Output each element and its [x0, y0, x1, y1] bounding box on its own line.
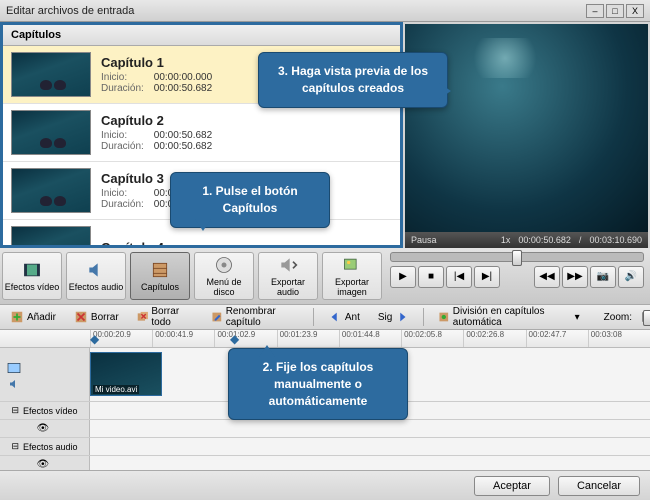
auto-split-button[interactable]: División en capítulos automática▾ — [434, 304, 583, 330]
video-clip[interactable]: Mi video.avi — [90, 352, 162, 396]
mute-button[interactable]: 🔊 — [618, 266, 644, 288]
tab-audio-effects[interactable]: Efectos audio — [66, 252, 126, 300]
chapter-thumbnail — [11, 52, 91, 97]
arrow-right-icon — [395, 310, 409, 324]
chapter-thumbnail — [11, 226, 91, 245]
stop-button[interactable]: ■ — [418, 266, 444, 288]
next-chapter-button[interactable]: Sig — [374, 308, 413, 326]
main-toolbar: Efectos vídeo Efectos audio Capítulos Me… — [0, 248, 650, 304]
video-track-label — [0, 348, 90, 401]
preview-status-bar: Pausa 1x 00:00:50.682 / 00:03:10.690 — [405, 232, 648, 248]
snapshot-button[interactable]: 📷 — [590, 266, 616, 288]
player-controls: ▶ ■ |◀ ▶| ◀◀ ▶▶ 📷 🔊 — [384, 248, 650, 304]
expand-icon[interactable]: ⊟ — [11, 405, 19, 416]
chapter-name: Capítulo 1 — [101, 55, 212, 70]
tutorial-callout-1: 1. Pulse el botón Capítulos — [170, 172, 330, 228]
ok-button[interactable]: Aceptar — [474, 476, 550, 496]
disc-icon — [213, 255, 235, 275]
expand-icon[interactable]: ⊟ — [11, 441, 19, 452]
auto-split-icon — [438, 310, 450, 324]
arrow-left-icon — [328, 310, 342, 324]
chapter-marker-icon[interactable]: ◆ — [90, 332, 99, 346]
playback-state: Pausa — [411, 235, 437, 245]
export-audio-icon — [277, 255, 299, 275]
chevron-down-icon: ▾ — [575, 312, 580, 323]
prev-frame-button[interactable]: |◀ — [446, 266, 472, 288]
delete-chapter-button[interactable]: Borrar — [70, 308, 123, 326]
audio-fx-track-header: ⊟Efectos audio — [0, 438, 650, 456]
titlebar: Editar archivos de entrada – □ X — [0, 0, 650, 22]
playback-position: 00:00:50.682 — [518, 235, 571, 245]
play-button[interactable]: ▶ — [390, 266, 416, 288]
chapter-thumbnail — [11, 110, 91, 155]
chapters-icon — [149, 260, 171, 280]
tab-disc-menu[interactable]: Menú de disco — [194, 252, 254, 300]
cancel-button[interactable]: Cancelar — [558, 476, 640, 496]
slower-button[interactable]: ◀◀ — [534, 266, 560, 288]
playback-total: 00:03:10.690 — [589, 235, 642, 245]
chapter-marker-icon[interactable]: ◆ — [230, 332, 239, 346]
film-icon — [4, 360, 24, 376]
speaker-icon — [85, 260, 107, 280]
maximize-button[interactable]: □ — [606, 4, 624, 18]
window-title: Editar archivos de entrada — [6, 5, 584, 17]
time-ruler[interactable]: 00:00:20.900:00:41.900:01:02.900:01:23.9… — [0, 330, 650, 348]
delete-icon — [74, 310, 88, 324]
rename-icon — [211, 310, 223, 324]
tutorial-callout-3: 3. Haga vista previa de los capítulos cr… — [258, 52, 448, 108]
minimize-button[interactable]: – — [586, 4, 604, 18]
chapter-name: Capítulo 2 — [101, 113, 212, 128]
add-chapter-button[interactable]: Añadir — [6, 308, 60, 326]
close-button[interactable]: X — [626, 4, 644, 18]
playback-speed: 1x — [501, 235, 511, 245]
chapter-toolbar: Añadir Borrar Borrar todo Renombrar capí… — [0, 304, 650, 330]
film-icon — [21, 260, 43, 280]
tab-export-audio[interactable]: Exportar audio — [258, 252, 318, 300]
video-fx-track: 👁 — [0, 420, 650, 438]
dialog-footer: Aceptar Cancelar — [0, 470, 650, 500]
visibility-icon[interactable]: 👁 — [37, 423, 53, 434]
tab-video-effects[interactable]: Efectos vídeo — [2, 252, 62, 300]
tab-chapters[interactable]: Capítulos — [130, 252, 190, 300]
chapter-thumbnail — [11, 168, 91, 213]
chapters-header: Capítulos — [3, 25, 400, 46]
delete-all-button[interactable]: Borrar todo — [133, 304, 197, 330]
chapter-name: Capítulo 4 — [101, 240, 164, 245]
chapter-row[interactable]: Capítulo 2 Inicio: 00:00:50.682 Duración… — [3, 104, 400, 162]
seek-slider[interactable] — [390, 252, 644, 262]
zoom-label: Zoom: — [604, 312, 632, 323]
add-icon — [10, 310, 24, 324]
prev-chapter-button[interactable]: Ant — [324, 308, 364, 326]
next-frame-button[interactable]: ▶| — [474, 266, 500, 288]
speaker-icon — [4, 378, 24, 390]
tab-export-image[interactable]: Exportar imagen — [322, 252, 382, 300]
zoom-slider[interactable] — [642, 312, 644, 322]
faster-button[interactable]: ▶▶ — [562, 266, 588, 288]
delete-all-icon — [137, 310, 149, 324]
tutorial-callout-2: 2. Fije los capítulos manualmente o auto… — [228, 348, 408, 420]
export-image-icon — [341, 255, 363, 275]
visibility-icon[interactable]: 👁 — [37, 459, 53, 470]
rename-chapter-button[interactable]: Renombrar capítulo — [207, 304, 303, 330]
